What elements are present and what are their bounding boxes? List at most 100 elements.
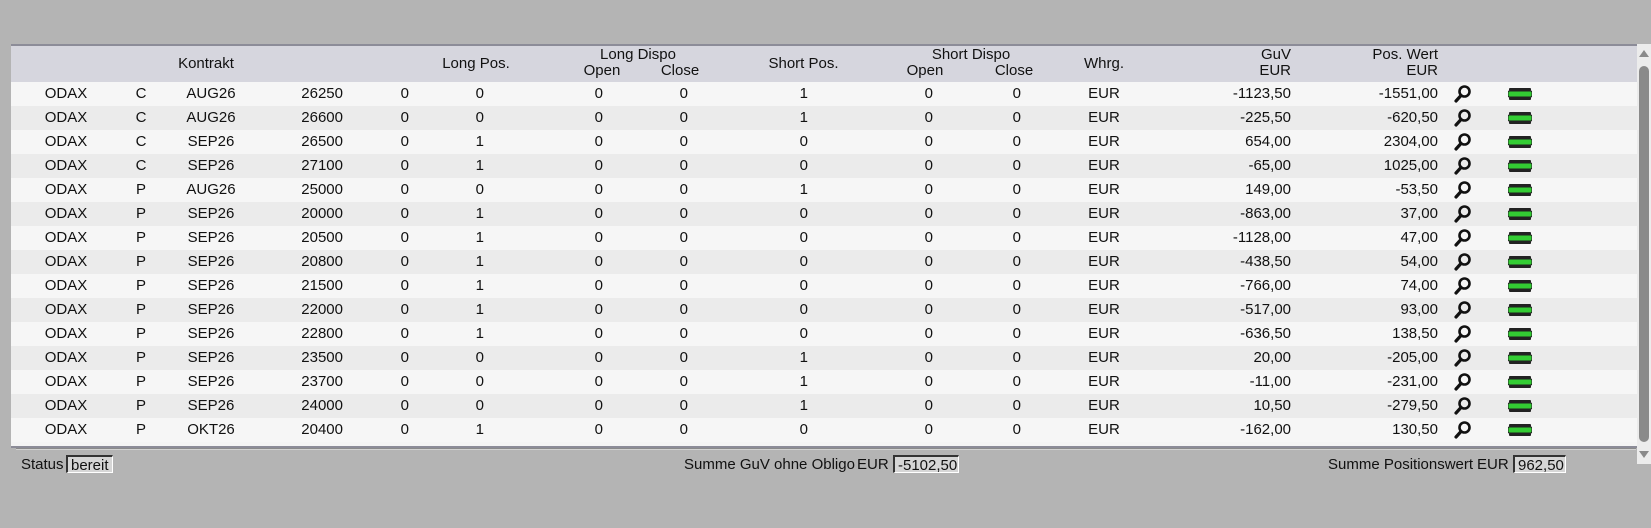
table-row[interactable]: ODAX P SEP26 23500 0 0 0 0 1 0 0 EUR 20,00 -205,00 — [11, 346, 1637, 370]
table-row[interactable]: ODAX P SEP26 20500 0 1 0 0 0 0 0 EUR -1128,00 47,00 — [11, 226, 1637, 250]
cell-currency: EUR — [1088, 421, 1120, 438]
cell-short-pos: 0 — [799, 301, 808, 318]
magnifier-icon[interactable] — [1453, 396, 1473, 416]
table-row[interactable]: ODAX C AUG26 26600 0 0 0 0 1 0 0 EUR -225,50 -620,50 — [11, 106, 1637, 130]
table-row[interactable]: ODAX P SEP26 20800 0 1 0 0 0 0 0 EUR -438,50 54,00 — [11, 250, 1637, 274]
cell-long-close: 0 — [679, 181, 688, 198]
magnifier-icon[interactable] — [1453, 204, 1473, 224]
cell-short-open: 0 — [924, 373, 933, 390]
trade-icon[interactable] — [1507, 156, 1533, 176]
magnifier-icon[interactable] — [1453, 156, 1473, 176]
cell-type: C — [135, 85, 147, 102]
vertical-scrollbar[interactable] — [1637, 44, 1651, 464]
cell-expiry: SEP26 — [187, 229, 235, 246]
trade-icon[interactable] — [1507, 252, 1533, 272]
scroll-up-arrow-icon[interactable] — [1638, 47, 1650, 59]
header-kontrakt[interactable]: Kontrakt — [131, 55, 281, 72]
magnifier-icon[interactable] — [1453, 300, 1473, 320]
cell-currency: EUR — [1088, 325, 1120, 342]
header-short-close[interactable]: Close — [979, 62, 1049, 79]
trade-icon[interactable] — [1507, 180, 1533, 200]
table-row[interactable]: ODAX P SEP26 22000 0 1 0 0 0 0 0 EUR -517,00 93,00 — [11, 298, 1637, 322]
magnifier-icon[interactable] — [1453, 228, 1473, 248]
header-long-open[interactable]: Open — [567, 62, 637, 79]
cell-expiry: SEP26 — [187, 325, 235, 342]
trade-icon[interactable] — [1507, 84, 1533, 104]
trade-icon[interactable] — [1507, 132, 1533, 152]
cell-pos-wert: -620,50 — [1387, 109, 1438, 126]
trade-icon[interactable] — [1507, 300, 1533, 320]
header-pos-wert[interactable]: Pos. Wert — [1318, 46, 1438, 63]
cell-type: P — [135, 421, 146, 438]
cell-currency: EUR — [1088, 181, 1120, 198]
table-row[interactable]: ODAX C SEP26 27100 0 1 0 0 0 0 0 EUR -65,00 1025,00 — [11, 154, 1637, 178]
table-row[interactable]: ODAX P SEP26 24000 0 0 0 0 1 0 0 EUR 10,50 -279,50 — [11, 394, 1637, 418]
cell-short-open: 0 — [924, 109, 933, 126]
table-row[interactable]: ODAX P SEP26 22800 0 1 0 0 0 0 0 EUR -636,50 138,50 — [11, 322, 1637, 346]
trade-icon[interactable] — [1507, 396, 1533, 416]
cell-short-close: 0 — [1012, 181, 1021, 198]
cell-type: P — [135, 205, 146, 222]
cell-type: P — [135, 253, 146, 270]
cell-long-open: 0 — [594, 109, 603, 126]
cell-currency: EUR — [1088, 109, 1120, 126]
magnifier-icon[interactable] — [1453, 420, 1473, 440]
status-label: Status — [21, 456, 64, 473]
cell-strike: 22000 — [301, 301, 343, 318]
magnifier-icon[interactable] — [1453, 180, 1473, 200]
table-row[interactable]: ODAX P OKT26 20400 0 1 0 0 0 0 0 EUR -162,00 130,50 — [11, 418, 1637, 442]
table-row[interactable]: ODAX P SEP26 21500 0 1 0 0 0 0 0 EUR -766,00 74,00 — [11, 274, 1637, 298]
cell-short-pos: 0 — [799, 325, 808, 342]
cell-expiry: SEP26 — [187, 349, 235, 366]
trade-icon[interactable] — [1507, 420, 1533, 440]
trade-icon[interactable] — [1507, 228, 1533, 248]
cell-product: ODAX — [44, 421, 88, 438]
header-long-dispo[interactable]: Long Dispo — [568, 46, 708, 63]
cell-col5: 0 — [400, 277, 409, 294]
header-short-pos[interactable]: Short Pos. — [746, 55, 861, 72]
table-row[interactable]: ODAX C AUG26 26250 0 0 0 0 1 0 0 EUR -1123,50 -1551,0… — [11, 82, 1637, 106]
magnifier-icon[interactable] — [1453, 252, 1473, 272]
cell-guv: -225,50 — [1240, 109, 1291, 126]
magnifier-icon[interactable] — [1453, 84, 1473, 104]
magnifier-icon[interactable] — [1453, 108, 1473, 128]
cell-guv: -438,50 — [1240, 253, 1291, 270]
header-guv[interactable]: GuV — [1191, 46, 1291, 63]
magnifier-icon[interactable] — [1453, 348, 1473, 368]
cell-currency: EUR — [1088, 349, 1120, 366]
cell-expiry: AUG26 — [186, 181, 236, 198]
cell-strike: 22800 — [301, 325, 343, 342]
trade-icon[interactable] — [1507, 204, 1533, 224]
trade-icon[interactable] — [1507, 348, 1533, 368]
cell-long-pos: 1 — [475, 253, 484, 270]
cell-short-pos: 0 — [799, 205, 808, 222]
cell-product: ODAX — [44, 181, 88, 198]
trade-icon[interactable] — [1507, 276, 1533, 296]
table-row[interactable]: ODAX P SEP26 20000 0 1 0 0 0 0 0 EUR -863,00 37,00 — [11, 202, 1637, 226]
table-row[interactable]: ODAX P AUG26 25000 0 0 0 0 1 0 0 EUR 149,00 -53,50 — [11, 178, 1637, 202]
guv-sum-currency: EUR — [857, 456, 889, 473]
cell-strike: 20800 — [301, 253, 343, 270]
magnifier-icon[interactable] — [1453, 132, 1473, 152]
cell-strike: 26250 — [301, 85, 343, 102]
header-long-pos[interactable]: Long Pos. — [426, 55, 526, 72]
magnifier-icon[interactable] — [1453, 276, 1473, 296]
cell-guv: 10,50 — [1253, 397, 1291, 414]
magnifier-icon[interactable] — [1453, 324, 1473, 344]
magnifier-icon[interactable] — [1453, 372, 1473, 392]
header-long-close[interactable]: Close — [645, 62, 715, 79]
table-row[interactable]: ODAX C SEP26 26500 0 1 0 0 0 0 0 EUR 654,00 2304,00 — [11, 130, 1637, 154]
trade-icon[interactable] — [1507, 324, 1533, 344]
table-row[interactable]: ODAX P SEP26 23700 0 0 0 0 1 0 0 EUR -11,00 -231,00 — [11, 370, 1637, 394]
cell-short-open: 0 — [924, 229, 933, 246]
cell-long-pos: 0 — [475, 85, 484, 102]
cell-guv: 654,00 — [1245, 133, 1291, 150]
header-short-dispo[interactable]: Short Dispo — [901, 46, 1041, 63]
trade-icon[interactable] — [1507, 108, 1533, 128]
cell-currency: EUR — [1088, 277, 1120, 294]
cell-long-close: 0 — [679, 205, 688, 222]
trade-icon[interactable] — [1507, 372, 1533, 392]
header-whrg[interactable]: Whrg. — [1074, 55, 1134, 72]
scrollbar-thumb[interactable] — [1639, 66, 1649, 442]
header-short-open[interactable]: Open — [890, 62, 960, 79]
